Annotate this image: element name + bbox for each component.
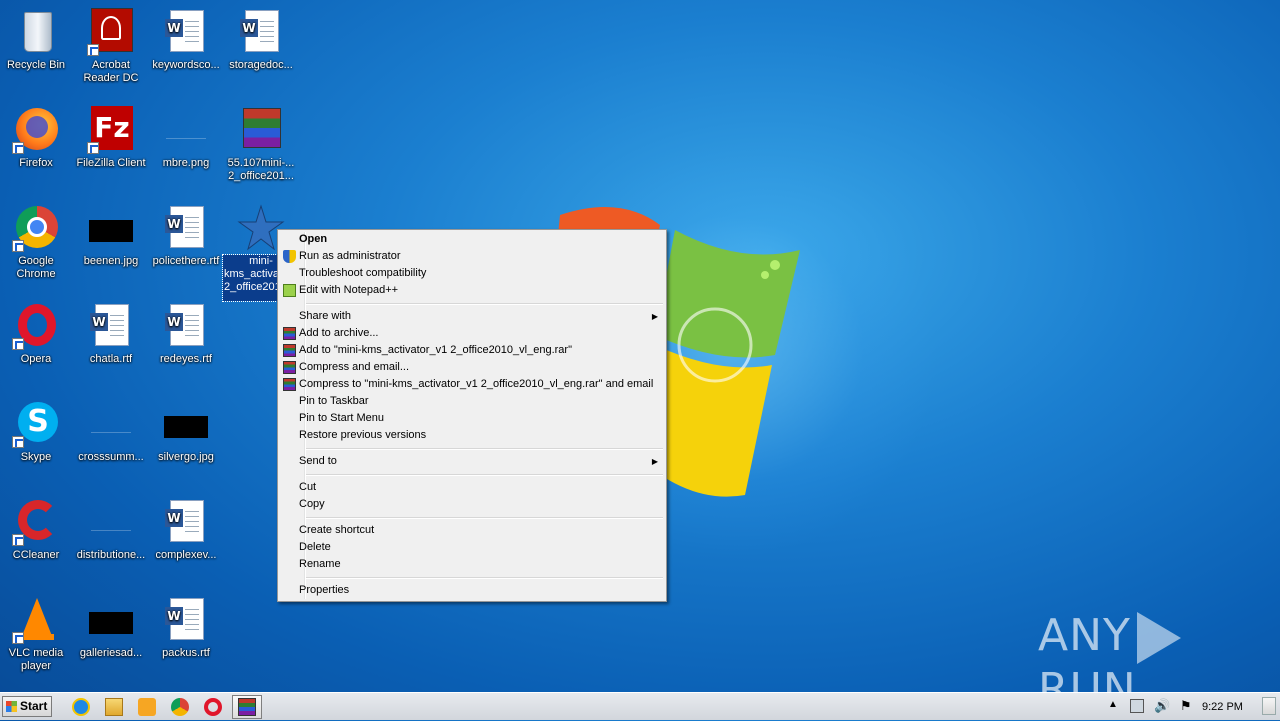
- desktop-icon-acrobat-reader[interactable]: Acrobat Reader DC: [73, 8, 149, 85]
- word-document-icon: W: [162, 8, 210, 56]
- desktop-icon-ccleaner[interactable]: CCleaner: [0, 498, 74, 562]
- word-document-icon: W: [162, 596, 210, 644]
- skype-icon: S: [12, 400, 60, 448]
- menu-item-edit-notepad[interactable]: Edit with Notepad++: [280, 282, 664, 299]
- show-hidden-icons-icon[interactable]: ▲: [1108, 699, 1118, 710]
- word-document-icon: W: [162, 204, 210, 252]
- desktop-icon-winrar-archive[interactable]: 55.107mini-... 2_office201...: [223, 106, 299, 183]
- winrar-icon: [283, 378, 296, 391]
- winrar-icon: [283, 327, 296, 340]
- show-desktop-button[interactable]: [1262, 697, 1276, 715]
- media-player-icon[interactable]: [138, 698, 156, 716]
- menu-separator: [306, 577, 663, 579]
- menu-separator: [306, 303, 663, 305]
- word-document-icon: W: [237, 8, 285, 56]
- desktop-icon-skype[interactable]: S Skype: [0, 400, 74, 464]
- menu-item-run-as-administrator[interactable]: Run as administrator: [280, 248, 664, 265]
- word-document-icon: W: [87, 302, 135, 350]
- image-thumbnail-icon: [87, 204, 135, 252]
- acrobat-reader-icon: [87, 8, 135, 56]
- blank-file-icon: [162, 106, 210, 154]
- menu-item-add-to-rar[interactable]: Add to "mini-kms_activator_v1 2_office20…: [280, 342, 664, 359]
- windows-flag-icon: [6, 701, 17, 712]
- desktop-icon-recycle-bin[interactable]: Recycle Bin: [0, 8, 74, 72]
- desktop-icon-distributione[interactable]: distributione...: [73, 498, 149, 562]
- menu-item-copy[interactable]: Copy: [280, 496, 664, 513]
- menu-item-create-shortcut[interactable]: Create shortcut: [280, 522, 664, 539]
- image-thumbnail-icon: [162, 400, 210, 448]
- blank-file-icon: [87, 498, 135, 546]
- submenu-arrow-icon: ▶: [651, 312, 658, 321]
- desktop-icon-filezilla[interactable]: Fz FileZilla Client: [73, 106, 149, 170]
- firefox-icon: [12, 106, 60, 154]
- desktop-icon-chatla-rtf[interactable]: W chatla.rtf: [73, 302, 149, 366]
- action-center-flag-icon[interactable]: ⚑: [1180, 698, 1192, 714]
- filezilla-icon: Fz: [87, 106, 135, 154]
- context-menu: Open Run as administrator Troubleshoot c…: [277, 229, 667, 602]
- submenu-arrow-icon: ▶: [651, 457, 658, 466]
- uac-shield-icon: [283, 250, 296, 263]
- desktop-icon-keywordsco[interactable]: W keywordsco...: [148, 8, 224, 72]
- word-document-icon: W: [162, 302, 210, 350]
- blank-file-icon: [87, 400, 135, 448]
- menu-item-pin-to-taskbar[interactable]: Pin to Taskbar: [280, 393, 664, 410]
- menu-item-delete[interactable]: Delete: [280, 539, 664, 556]
- vlc-cone-icon: [12, 596, 60, 644]
- menu-separator: [306, 448, 663, 450]
- winrar-icon: [283, 344, 296, 357]
- desktop-icon-galleriesad[interactable]: galleriesad...: [73, 596, 149, 660]
- volume-icon[interactable]: 🔊: [1154, 698, 1170, 714]
- menu-item-pin-to-start-menu[interactable]: Pin to Start Menu: [280, 410, 664, 427]
- menu-item-open[interactable]: Open: [280, 231, 664, 248]
- file-explorer-icon[interactable]: [105, 698, 123, 716]
- opera-icon: [12, 302, 60, 350]
- menu-item-cut[interactable]: Cut: [280, 479, 664, 496]
- word-document-icon: W: [162, 498, 210, 546]
- winrar-icon: [283, 361, 296, 374]
- desktop-icon-crosssumm[interactable]: crosssumm...: [73, 400, 149, 464]
- recycle-bin-icon: [12, 8, 60, 56]
- desktop-icon-redeyes-rtf[interactable]: W redeyes.rtf: [148, 302, 224, 366]
- desktop-icon-vlc[interactable]: VLC media player: [0, 596, 74, 673]
- desktop-icon-google-chrome[interactable]: Google Chrome: [0, 204, 74, 281]
- menu-separator: [306, 474, 663, 476]
- menu-item-add-to-archive[interactable]: Add to archive...: [280, 325, 664, 342]
- desktop-icon-complexev[interactable]: W complexev...: [148, 498, 224, 562]
- menu-item-properties[interactable]: Properties: [280, 582, 664, 599]
- desktop-icon-storagedoc[interactable]: W storagedoc...: [223, 8, 299, 72]
- notepad-plus-plus-icon: [283, 284, 296, 297]
- ccleaner-icon: [12, 498, 60, 546]
- desktop-icon-silvergo-jpg[interactable]: silvergo.jpg: [148, 400, 224, 464]
- network-icon[interactable]: [1130, 699, 1144, 713]
- start-button[interactable]: Start: [2, 696, 52, 717]
- play-icon: [1136, 612, 1181, 664]
- internet-explorer-icon[interactable]: [72, 698, 90, 716]
- winrar-taskbar-button[interactable]: [232, 695, 262, 719]
- chrome-taskbar-icon[interactable]: [171, 698, 189, 716]
- menu-item-compress-and-email[interactable]: Compress and email...: [280, 359, 664, 376]
- menu-item-restore-previous-versions[interactable]: Restore previous versions: [280, 427, 664, 444]
- menu-item-rename[interactable]: Rename: [280, 556, 664, 573]
- opera-taskbar-icon[interactable]: [204, 698, 222, 716]
- desktop-icon-policethere-rtf[interactable]: W policethere.rtf: [148, 204, 224, 268]
- taskbar-clock[interactable]: 9:22 PM: [1202, 693, 1243, 721]
- taskbar: Start ▲ 🔊 ⚑ 9:22 PM: [0, 692, 1280, 720]
- desktop-icon-beenen-jpg[interactable]: beenen.jpg: [73, 204, 149, 268]
- image-thumbnail-icon: [87, 596, 135, 644]
- menu-item-send-to[interactable]: Send to ▶: [280, 453, 664, 470]
- desktop-icon-packus-rtf[interactable]: W packus.rtf: [148, 596, 224, 660]
- menu-item-share-with[interactable]: Share with ▶: [280, 308, 664, 325]
- winrar-icon: [238, 698, 256, 716]
- menu-item-troubleshoot[interactable]: Troubleshoot compatibility: [280, 265, 664, 282]
- desktop-icon-mbre-png[interactable]: mbre.png: [148, 106, 224, 170]
- chrome-icon: [12, 204, 60, 252]
- desktop-icon-firefox[interactable]: Firefox: [0, 106, 74, 170]
- menu-item-compress-rar-email[interactable]: Compress to "mini-kms_activator_v1 2_off…: [280, 376, 664, 393]
- winrar-archive-icon: [237, 106, 285, 154]
- menu-separator: [306, 517, 663, 519]
- desktop-icon-opera[interactable]: Opera: [0, 302, 74, 366]
